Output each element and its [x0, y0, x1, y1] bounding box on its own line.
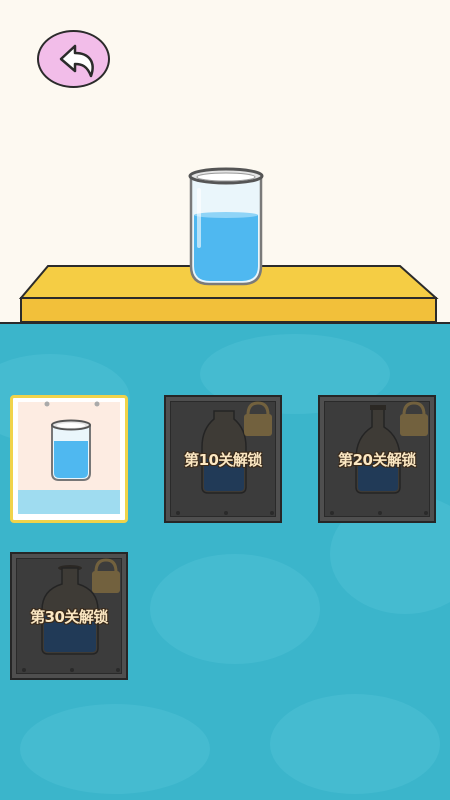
unlock-condition-label: 第30关解锁: [30, 608, 108, 626]
display-area: [0, 0, 450, 322]
glass-cup-icon: [44, 401, 100, 481]
item-card-locked-20[interactable]: 第20关解锁: [318, 395, 436, 523]
lock-icon: [400, 401, 428, 436]
item-card-locked-30[interactable]: 第30关解锁: [10, 552, 128, 680]
item-panel: 第10关解锁 第20关解锁 第30关解锁: [0, 322, 450, 800]
glass-cup[interactable]: [186, 166, 266, 288]
lock-icon: [244, 401, 272, 436]
unlock-condition-label: 第20关解锁: [338, 451, 416, 469]
unlock-condition-label: 第10关解锁: [184, 451, 262, 469]
water-fill: [194, 215, 258, 281]
item-card-glass[interactable]: [10, 395, 128, 523]
lock-icon: [92, 558, 120, 593]
item-card-locked-10[interactable]: 第10关解锁: [164, 395, 282, 523]
